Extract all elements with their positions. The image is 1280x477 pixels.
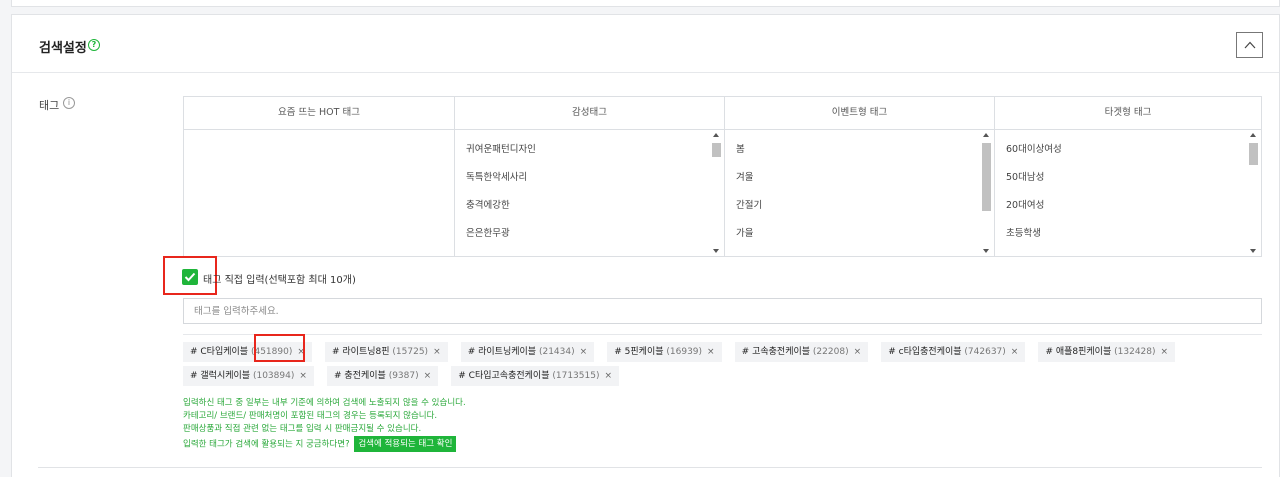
column-header: 타겟형 태그 [995,97,1261,130]
previous-section-edge [11,0,1280,7]
column-header: 이벤트형 태그 [725,97,994,130]
scroll-up-icon[interactable] [713,133,719,137]
remove-tag-icon[interactable]: × [604,371,612,381]
tag-chip: # c타입충전케이블 (742637) × [881,342,1026,362]
question-circle-icon[interactable]: ? [88,39,100,51]
tag-option[interactable]: 귀여운패턴디자인 [466,136,724,164]
tag-option[interactable]: 50대남성 [1006,164,1261,192]
column-emotion-tags: 감성태그 귀여운패턴디자인 독특한악세사리 충격에강한 은은한무광 [454,97,724,256]
column-target-tags: 타겟형 태그 60대이상여성 50대남성 20대여성 초등학생 [994,97,1261,256]
tag-chip: # 고속충전케이블 (22208) × [734,342,869,362]
scroll-down-icon[interactable] [1250,249,1256,253]
scroll-up-icon[interactable] [1250,133,1256,137]
tag-option[interactable]: 60대이상여성 [1006,136,1261,164]
tag-chip: # 5핀케이블 (16939) × [607,342,722,362]
tag-option[interactable]: 독특한악세사리 [466,164,724,192]
scroll-thumb[interactable] [982,143,991,211]
scrollbar[interactable] [712,133,722,253]
scroll-up-icon[interactable] [983,133,989,137]
tag-option[interactable]: 겨울 [736,164,994,192]
section-divider [38,467,1262,468]
tag-option[interactable]: 20대여성 [1006,192,1261,220]
column-header: 감성태그 [455,97,724,130]
tag-count: (103894) [252,371,295,381]
panel-header: 검색설정 ? [12,15,1279,73]
tag-name: # 애플8핀케이블 [1045,347,1112,357]
remove-tag-icon[interactable]: × [299,371,307,381]
tag-count: (742637) [964,347,1006,357]
scrollbar[interactable] [1249,133,1259,253]
tag-name: # 충전케이블 [334,371,386,381]
info-circle-icon[interactable]: i [63,97,75,109]
remove-tag-icon[interactable]: × [580,347,588,357]
notice-question: 입력한 태그가 검색에 활용되는 지 궁금하다면? [183,439,350,450]
tag-name: # 라이트닝8핀 [332,347,390,357]
collapse-button[interactable] [1236,32,1263,58]
divider [183,334,1262,335]
chevron-up-icon [1244,41,1256,49]
tag-list[interactable] [184,130,454,256]
direct-input-checkbox[interactable] [182,269,198,285]
direct-input-label: 태그 직접 입력(선택포함 최대 10개) [203,275,356,286]
scroll-thumb[interactable] [712,143,721,157]
tag-chip: # 라이트닝8핀 (15725) × [325,342,448,362]
tag-count: (15725) [392,347,429,357]
tag-count: (22208) [812,347,849,357]
tag-option[interactable]: 은은한무광 [466,220,724,248]
tag-name: # C타입케이블 [190,347,249,357]
column-hot-tags: 요즘 뜨는 HOT 태그 [184,97,454,256]
tag-name: # C타입고속충전케이블 [458,371,550,381]
remove-tag-icon[interactable]: × [1161,347,1169,357]
tag-chip: # 애플8핀케이블 (132428) × [1038,342,1176,362]
notice-line: 카테고리/ 브랜드/ 판매처명이 포함된 태그의 경우는 등록되지 않습니다. [183,411,438,421]
scroll-down-icon[interactable] [983,249,989,253]
tag-option[interactable]: 초등학생 [1006,220,1261,248]
tag-chip: # 갤럭시케이블 (103894) × [183,366,314,386]
tag-name: # 라이트닝케이블 [467,347,537,357]
notice-question-row: 입력한 태그가 검색에 활용되는 지 궁금하다면? 검색에 적용되는 태그 확인 [183,436,466,452]
tag-list[interactable]: 봄 겨울 간절기 가을 [725,130,994,256]
tag-count: (1713515) [552,371,600,381]
selected-tags: # C타입케이블 (451890) × # 라이트닝8핀 (15725) × # 라… [183,342,1243,390]
tag-chip: # C타입고속충전케이블 (1713515) × [451,366,620,386]
scrollbar[interactable] [982,133,992,253]
tag-input[interactable] [183,298,1262,324]
scroll-thumb[interactable] [1249,143,1258,165]
check-search-tags-button[interactable]: 검색에 적용되는 태그 확인 [354,436,457,452]
tag-count: (132428) [1114,347,1156,357]
scroll-down-icon[interactable] [713,249,719,253]
tag-option[interactable]: 충격에강한 [466,192,724,220]
remove-tag-icon[interactable]: × [1011,347,1019,357]
tag-count: (9387) [388,371,419,381]
tag-list[interactable]: 60대이상여성 50대남성 20대여성 초등학생 [995,130,1261,256]
tag-option[interactable]: 가을 [736,220,994,248]
tag-name: # 갤럭시케이블 [190,371,251,381]
tag-name: # 고속충전케이블 [741,347,811,357]
remove-tag-icon[interactable]: × [707,347,715,357]
tag-list[interactable]: 귀여운패턴디자인 독특한악세사리 충격에강한 은은한무광 [455,130,724,256]
tag-count-highlight [254,334,305,362]
column-header: 요즘 뜨는 HOT 태그 [184,97,454,130]
remove-tag-icon[interactable]: × [433,347,441,357]
notice-line: 입력하신 태그 중 일부는 내부 기준에 의하여 검색에 노출되지 않을 수 있… [183,398,466,408]
tag-option[interactable]: 간절기 [736,192,994,220]
remove-tag-icon[interactable]: × [424,371,432,381]
tag-notices: 입력하신 태그 중 일부는 내부 기준에 의하여 검색에 노출되지 않을 수 있… [183,397,466,452]
tag-chip: # 충전케이블 (9387) × [327,366,439,386]
column-event-tags: 이벤트형 태그 봄 겨울 간절기 가을 [724,97,994,256]
notice-line: 판매상품과 직접 관련 없는 태그를 입력 시 판매금지될 수 있습니다. [183,424,422,434]
section-title: 검색설정 [39,41,87,56]
check-icon [184,272,196,282]
tag-name: # 5핀케이블 [614,347,664,357]
tag-field-label: 태그 [39,99,60,112]
tag-option[interactable]: 봄 [736,136,994,164]
tag-category-table: 요즘 뜨는 HOT 태그 감성태그 귀여운패턴디자인 독특한악세사리 충격에강한… [183,96,1262,257]
remove-tag-icon[interactable]: × [854,347,862,357]
tag-name: # c타입충전케이블 [888,347,962,357]
tag-count: (21434) [538,347,575,357]
tag-count: (16939) [666,347,703,357]
tag-chip: # 라이트닝케이블 (21434) × [460,342,595,362]
